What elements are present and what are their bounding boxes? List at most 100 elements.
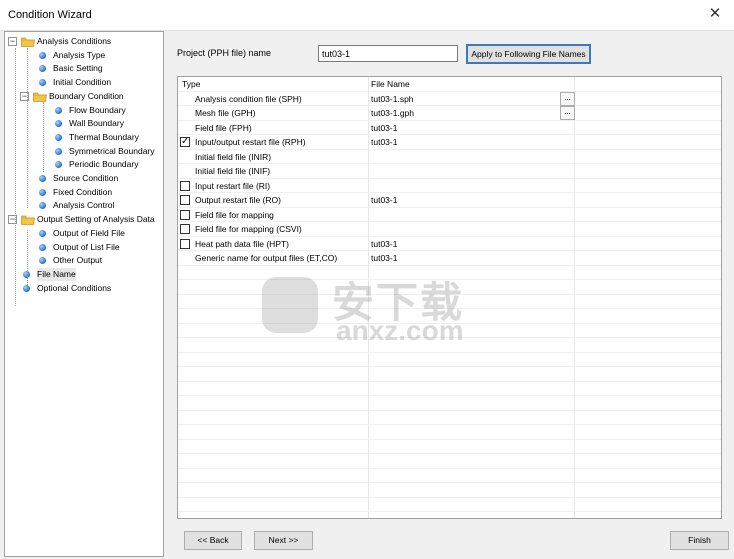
title-bar: Condition Wizard ✕ [0,0,734,30]
bullet-icon [55,147,62,155]
bullet-icon [39,243,46,251]
empty-row [178,440,721,454]
tree-item-periodic-boundary[interactable]: Periodic Boundary [5,158,163,171]
empty-row [178,280,721,295]
bullet-icon [55,161,62,169]
back-button[interactable]: << Back [184,531,242,550]
bullet-icon [55,133,62,141]
row-file-name[interactable]: tut03-1 [371,135,397,149]
empty-row [178,411,721,425]
tree-connector-line [15,48,16,306]
tree-item-other-output[interactable]: Other Output [5,254,163,267]
row-checkbox[interactable] [180,195,190,205]
project-name-label: Project (PPH file) name [177,48,272,58]
tree-item-file-name[interactable]: File Name [5,267,163,281]
tree-item-wall-boundary[interactable]: Wall Boundary [5,117,163,130]
file-table-row: Input restart file (RI) [178,179,721,193]
tree-item-flow-boundary[interactable]: Flow Boundary [5,104,163,117]
row-checkbox[interactable]: ✓ [180,137,190,147]
grid-header-row: Type File Name [178,77,721,92]
tree-item-analysis-conditions[interactable]: − Analysis Conditions [5,35,163,48]
row-file-name[interactable]: tut03-1 [371,121,397,135]
tree-item-analysis-type[interactable]: Analysis Type [5,49,163,62]
file-table-row: Initial field file (INIR) [178,150,721,164]
file-table-row: Generic name for output files (ET,CO) tut… [178,251,721,266]
row-file-name[interactable]: tut03-1.sph [371,92,414,106]
tree-item-source-condition[interactable]: Source Condition [5,172,163,185]
browse-button[interactable]: ... [560,106,575,120]
tree-item-symmetrical-boundary[interactable]: Symmetrical Boundary [5,145,163,158]
tree-item-thermal-boundary[interactable]: Thermal Boundary [5,131,163,144]
empty-row [178,324,721,338]
bullet-icon [55,106,62,114]
tree-item-fixed-condition[interactable]: Fixed Condition [5,186,163,199]
next-button[interactable]: Next >> [254,531,313,550]
tree-item-label: Wall Boundary [69,118,124,129]
tree-item-label: Analysis Control [53,200,115,211]
folder-icon [33,91,47,102]
bullet-icon [39,202,46,210]
tree-connector-line [27,48,28,208]
folder-icon [21,36,35,47]
tree-item-label: Boundary Condition [49,90,124,101]
close-icon[interactable]: ✕ [706,5,724,23]
tree-item-label: Symmetrical Boundary [69,145,155,156]
bullet-icon [23,284,30,292]
empty-row [178,266,721,280]
tree-item-label: Output of Field File [53,227,125,238]
file-table-row: Heat path data file (HPT) tut03-1 [178,237,721,251]
bullet-icon [55,120,62,128]
browse-button[interactable]: ... [560,91,575,106]
file-table-row: Output restart file (RO) tut03-1 [178,193,721,208]
file-table-row: ✓ Input/output restart file (RPH) tut03-1 [178,135,721,150]
collapse-icon[interactable]: − [8,37,17,46]
row-type-label: Field file (FPH) [195,122,252,133]
row-type-label: Generic name for output files (ET,CO) [195,253,338,263]
tree-connector-line [43,102,44,172]
tree-item-output-of-list-file[interactable]: Output of List File [5,241,163,254]
row-checkbox[interactable] [180,209,190,220]
tree-item-label: Periodic Boundary [69,159,139,170]
tree-connector-line [27,230,28,285]
tree-item-output-of-field-file[interactable]: Output of Field File [5,227,163,240]
apply-file-names-button[interactable]: Apply to Following File Names [466,44,591,64]
file-table-row: Initial field file (INIF) [178,164,721,179]
tree-item-label: Analysis Conditions [37,36,112,46]
empty-row [178,483,721,498]
empty-row [178,295,721,309]
row-type-label: Output restart file (RO) [195,195,281,205]
tree-item-label: Optional Conditions [37,282,112,293]
empty-row [178,498,721,512]
bullet-icon [39,51,46,59]
tree-item-basic-setting[interactable]: Basic Setting [5,62,163,75]
tree-item-initial-condition[interactable]: Initial Condition [5,76,163,89]
row-file-name[interactable]: tut03-1 [371,251,397,265]
row-type-label: Field file for mapping (CSVI) [195,224,302,234]
tree-item-boundary-condition[interactable]: − Boundary Condition [5,90,163,103]
empty-row [178,367,721,382]
bullet-icon [39,79,46,87]
row-file-name[interactable]: tut03-1 [371,237,397,251]
condition-tree[interactable]: − Analysis Conditions Analysis Type Basic S… [4,31,164,557]
tree-item-label: Other Output [53,255,103,266]
tree-item-label: Basic Setting [53,63,103,74]
bullet-icon [39,257,46,265]
project-name-input[interactable] [318,45,458,62]
row-checkbox[interactable] [180,224,190,234]
row-file-name[interactable]: tut03-1.gph [371,106,414,120]
file-table-row: Field file for mapping (CSVI) [178,222,721,237]
wizard-body: − Analysis Conditions Analysis Type Basic S… [0,30,734,559]
row-checkbox[interactable] [180,180,190,191]
row-type-label: Input/output restart file (RPH) [195,137,306,147]
tree-item-analysis-control[interactable]: Analysis Control [5,199,163,212]
row-checkbox[interactable] [180,238,190,249]
row-type-label: Input restart file (RI) [195,180,271,191]
folder-icon [21,214,35,225]
finish-button[interactable]: Finish [670,531,729,550]
tree-item-optional-conditions[interactable]: Optional Conditions [5,282,163,295]
grid-header-file-name: File Name [371,79,410,89]
bullet-icon [39,188,46,196]
row-file-name[interactable]: tut03-1 [371,193,397,207]
tree-item-output-setting-of-analysis-data[interactable]: − Output Setting of Analysis Data [5,213,163,226]
bullet-icon [39,229,46,237]
